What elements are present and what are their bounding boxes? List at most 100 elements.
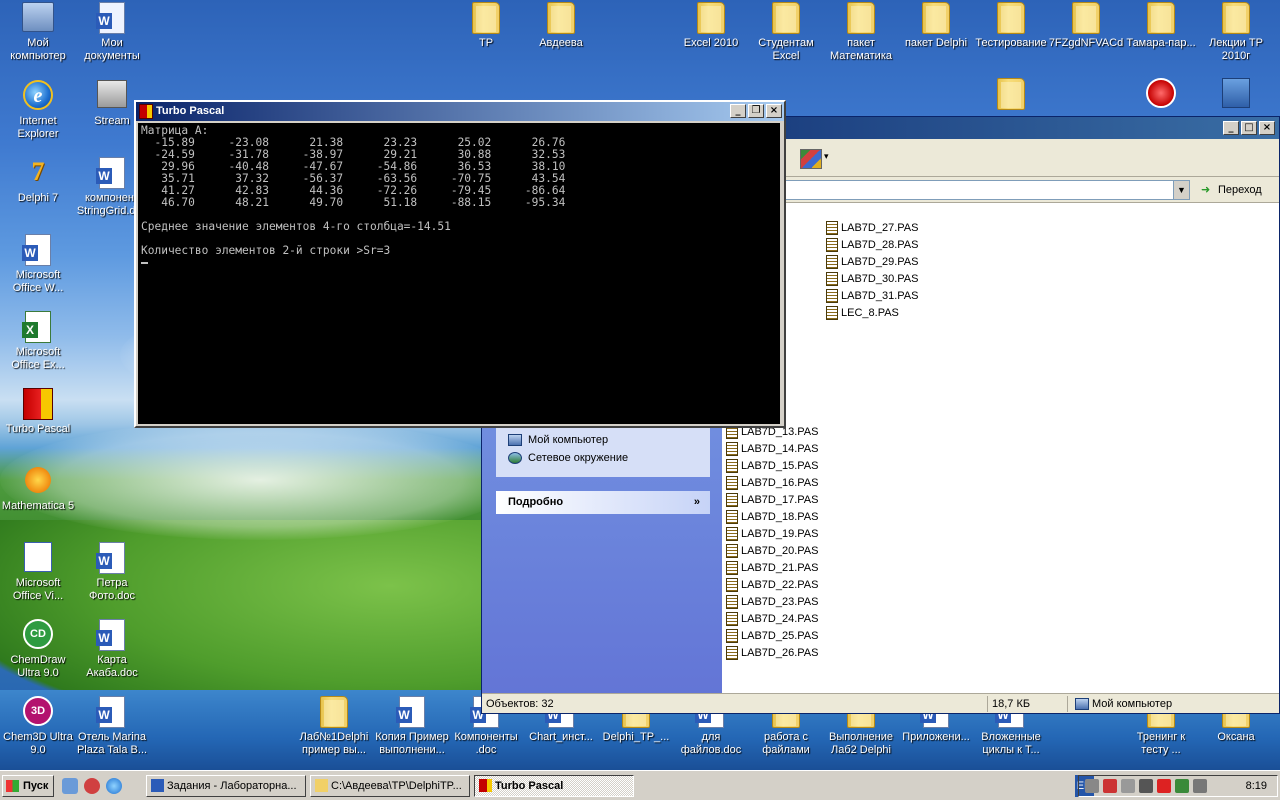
network-icon[interactable] <box>1085 779 1099 793</box>
volume-icon[interactable] <box>1139 779 1153 793</box>
desktop-folder-avdeeva[interactable]: Авдеева <box>523 2 599 50</box>
word-doc-icon <box>396 696 425 728</box>
folder-icon <box>472 2 500 34</box>
desktop-doc-kopiya-primer[interactable]: Копия Пример выполнени... <box>374 696 450 757</box>
file-item[interactable]: LAB7D_19.PAS <box>726 525 818 542</box>
file-item[interactable]: LAB7D_14.PAS <box>726 440 818 457</box>
close-button[interactable]: × <box>1259 121 1275 135</box>
address-dropdown-button[interactable]: ▼ <box>1173 181 1189 199</box>
desktop-folder-studentam-excel[interactable]: Студентам Excel <box>748 2 824 63</box>
app-quicklaunch-icon[interactable] <box>84 778 100 794</box>
console-output[interactable]: Матрица A: -15.89 -23.08 21.38 23.23 25.… <box>138 123 780 424</box>
file-name: LAB7D_22.PAS <box>741 578 819 591</box>
folder-icon <box>997 2 1025 34</box>
desktop-icon-visio[interactable]: Microsoft Office Vi... <box>0 542 76 603</box>
file-item[interactable]: LAB7D_16.PAS <box>726 474 818 491</box>
minimize-button[interactable]: _ <box>1223 121 1239 135</box>
turbo-pascal-window[interactable]: Turbo Pascal _ ❐ × Матрица A: -15.89 -23… <box>134 100 786 428</box>
desktop-icon-delphi[interactable]: 7 Delphi 7 <box>0 157 76 205</box>
views-icon[interactable] <box>800 149 822 169</box>
address-input[interactable]: ▼ <box>782 180 1190 200</box>
turbo-pascal-titlebar[interactable]: Turbo Pascal _ ❐ × <box>136 102 784 121</box>
pas-file-icon <box>726 594 738 609</box>
file-item[interactable]: LEC_8.PAS <box>826 304 899 321</box>
display-icon[interactable] <box>1121 779 1135 793</box>
desktop-icon-hotel-doc[interactable]: Отель Marina Plaza Tala B... <box>74 696 150 757</box>
pas-file-icon <box>726 509 738 524</box>
task-link-my-computer[interactable]: Мой компьютер <box>496 431 710 449</box>
file-item[interactable]: LAB7D_30.PAS <box>826 270 918 287</box>
desktop-icon-mathematica[interactable]: Mathematica 5 <box>0 465 76 513</box>
taskbar-item-zadaniya[interactable]: Задания - Лабораторна... <box>146 775 306 797</box>
desktop-folder-paket-delphi[interactable]: пакет Delphi <box>898 2 974 50</box>
start-button[interactable]: Пуск <box>2 775 54 797</box>
desktop-icon-chemdraw[interactable]: CD ChemDraw Ultra 9.0 <box>0 619 76 680</box>
go-button[interactable]: Переход <box>1198 180 1270 200</box>
restore-button[interactable]: ❐ <box>748 104 764 118</box>
show-desktop-icon[interactable] <box>62 778 78 794</box>
my-computer-icon <box>1075 698 1089 710</box>
desktop-icon-my-documents[interactable]: Мои документы <box>74 2 150 63</box>
desktop-icon-app-red[interactable] <box>1123 78 1199 113</box>
clock[interactable]: 8:19 <box>1246 776 1267 796</box>
task-link-network[interactable]: Сетевое окружение <box>496 449 710 467</box>
desktop-folder-excel-2010[interactable]: Excel 2010 <box>673 2 749 50</box>
internet-explorer-icon[interactable] <box>106 778 122 794</box>
desktop-icon-internet-explorer[interactable]: e Internet Explorer <box>0 80 76 141</box>
desktop-folder-lekcii-tr[interactable]: Лекции ТР 2010г <box>1198 2 1274 63</box>
file-item[interactable]: LAB7D_15.PAS <box>726 457 818 474</box>
file-item[interactable]: LAB7D_28.PAS <box>826 236 918 253</box>
pas-file-icon <box>726 458 738 473</box>
file-item[interactable]: LAB7D_23.PAS <box>726 593 818 610</box>
file-item[interactable]: LAB7D_26.PAS <box>726 644 818 661</box>
chem3d-icon: 3D <box>23 696 53 726</box>
stream-icon <box>97 80 127 108</box>
desktop-folder-tp[interactable]: TP <box>448 2 524 50</box>
desktop-folder-lab1-delphi[interactable]: Лаб№1Delphi пример вы... <box>296 696 372 757</box>
antivirus-icon[interactable] <box>1103 779 1117 793</box>
folder-icon <box>997 78 1025 110</box>
taskbar-item-explorer[interactable]: C:\Авдеева\TP\DelphiTP... <box>310 775 470 797</box>
file-item[interactable]: LAB7D_24.PAS <box>726 610 818 627</box>
desktop-folder-7fzgdnfvacd[interactable]: 7FZgdNFVACd <box>1048 2 1124 50</box>
file-name: LAB7D_23.PAS <box>741 595 819 608</box>
file-item[interactable]: LAB7D_20.PAS <box>726 542 818 559</box>
folder-icon <box>547 2 575 34</box>
desktop-icon-my-computer[interactable]: Мой компьютер <box>0 2 76 63</box>
word-doc-icon <box>96 619 125 651</box>
desktop-folder-unlabeled[interactable] <box>973 78 1049 113</box>
printer-icon[interactable] <box>1193 779 1207 793</box>
desktop-icon-app-blue[interactable] <box>1198 78 1274 113</box>
delphi-icon: 7 <box>31 157 45 186</box>
minimize-button[interactable]: _ <box>730 104 746 118</box>
desktop-icon-karta-doc[interactable]: Карта Акаба.doc <box>74 619 150 680</box>
file-item[interactable]: LAB7D_18.PAS <box>726 508 818 525</box>
word-icon <box>151 779 164 792</box>
close-button[interactable]: × <box>766 104 782 118</box>
console-line: 46.70 48.21 49.70 51.18 -88.15 -95.34 <box>141 196 566 209</box>
desktop-folder-tamara[interactable]: Тамара-пар... <box>1123 2 1199 50</box>
file-item[interactable]: LAB7D_21.PAS <box>726 559 818 576</box>
desktop-icon-chem3d[interactable]: 3D Chem3D Ultra 9.0 <box>0 696 76 757</box>
file-item[interactable]: LAB7D_29.PAS <box>826 253 918 270</box>
file-item[interactable]: LAB7D_27.PAS <box>826 219 918 236</box>
security-icon[interactable] <box>1157 779 1171 793</box>
file-item[interactable]: LAB7D_25.PAS <box>726 627 818 644</box>
maximize-button[interactable]: □ <box>1241 121 1257 135</box>
desktop-icon-turbo-pascal[interactable]: Turbo Pascal <box>0 388 76 436</box>
desktop-folder-testirovanie[interactable]: Тестирование <box>973 2 1049 50</box>
chevron-double-down-icon[interactable]: » <box>694 491 700 514</box>
desktop-icon-word[interactable]: Microsoft Office W... <box>0 234 76 295</box>
safely-remove-icon[interactable] <box>1175 779 1189 793</box>
desktop-folder-paket-matematika[interactable]: пакет Математика <box>823 2 899 63</box>
file-name: LAB7D_24.PAS <box>741 612 819 625</box>
other-places-panel: Мой компьютер Сетевое окружение <box>496 427 710 477</box>
chevron-down-icon[interactable]: ▾ <box>824 151 829 162</box>
file-item[interactable]: LAB7D_22.PAS <box>726 576 818 593</box>
file-item[interactable]: LAB7D_17.PAS <box>726 491 818 508</box>
desktop-icon-petra-doc[interactable]: Петра Фото.doc <box>74 542 150 603</box>
file-item[interactable]: LAB7D_31.PAS <box>826 287 918 304</box>
desktop-icon-excel[interactable]: Microsoft Office Ex... <box>0 311 76 372</box>
details-header[interactable]: Подробно » <box>496 491 710 514</box>
taskbar-item-turbo-pascal[interactable]: Turbo Pascal <box>474 775 634 797</box>
